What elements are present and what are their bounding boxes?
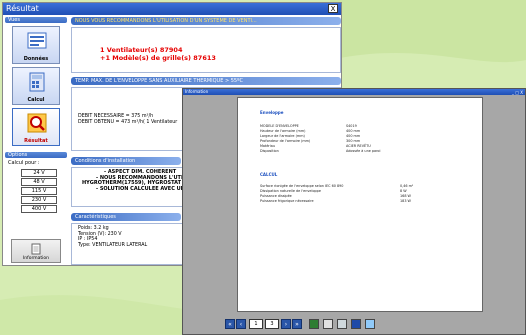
grille-line: +1 Modèle(s) de grille(s) 87613 [100,54,216,62]
resultat-button[interactable]: Résultat [12,108,60,146]
voltage-option-400[interactable]: 400 V [21,205,57,213]
row-value: ACIER REVÊTU [346,144,371,148]
print-icon[interactable] [337,319,347,329]
characteristics-header: Caractéristiques [71,213,181,221]
page-current[interactable]: 1 [249,319,263,329]
row-label: Hauteur de l'armoire (mm) [260,129,306,133]
row-label: MODELE D'ENVELOPPE [260,124,299,128]
save-icon[interactable] [351,319,361,329]
left-sidebar: Vues Données Calcul Résultat Options Cal… [5,17,67,265]
voltage-option-48[interactable]: 48 V [21,178,57,186]
document-icon [31,243,41,255]
row-value: Adossée à une paroi [346,149,381,153]
row-value: 8 W [400,189,407,193]
last-page-button[interactable]: » [292,319,302,329]
information-button[interactable]: Information [11,239,61,263]
calcul-pour-label: Calcul pour : [8,160,40,166]
section-calcul-title: CALCUL [260,172,278,177]
row-label: Profondeur de l'armoire (mm) [260,139,311,143]
prev-page-button[interactable]: ‹ [236,319,246,329]
calcul-label: Calcul [27,97,45,103]
row-value: 400 mm [346,129,361,133]
window-controls[interactable]: _ □ X [512,90,523,96]
donnees-button[interactable]: Données [12,26,60,64]
ventilator-line: 1 Ventilateur(s) 87904 [100,46,183,54]
row-label: Disposition [260,149,279,153]
page-total: 3 [265,319,279,329]
information-label: Information [22,256,50,261]
excel-icon[interactable] [309,319,319,329]
settings-icon[interactable] [365,319,375,329]
section-enveloppe-title: Enveloppe [260,110,284,115]
row-label: Dissipation naturelle de l'enveloppe [260,189,321,193]
views-group-label: Vues [5,17,67,23]
voltage-option-115[interactable]: 115 V [21,187,57,195]
row-value: 300 mm [346,139,361,143]
document-page: Enveloppe MODELE D'ENVELOPPE S4019 Haute… [237,97,483,312]
voltage-option-24[interactable]: 24 V [21,169,57,177]
result-titlebar: Résultat X [3,3,341,15]
row-label: Surface rionigée de l'enveloppe selon IE… [260,184,344,188]
row-label: Puissance dissipée [260,194,292,198]
row-label: Matériau [260,144,275,148]
row-label: Largeur de l'armoire (mm) [260,134,305,138]
row-value: 168 W [400,194,411,198]
window-title: Résultat [6,4,39,13]
row-value: S4019 [346,124,357,128]
document-navbar: « ‹ 1 3 › » [183,314,525,334]
conditions-header: Conditions d'installation [71,157,181,165]
calcul-button[interactable]: Calcul [12,67,60,105]
row-value: 0,46 m² [400,184,414,188]
magnifier-icon [27,113,47,133]
first-page-button[interactable]: « [225,319,235,329]
information-window: Information _ □ X Enveloppe MODELE D'ENV… [182,88,526,335]
next-page-button[interactable]: › [281,319,291,329]
voltage-option-230[interactable]: 230 V [21,196,57,204]
resultat-label: Résultat [24,138,48,144]
recommendation-panel: 1 Ventilateur(s) 87904 +1 Modèle(s) de g… [71,27,341,73]
temp-header: TEMP. MAX. DE L'ENVELOPPE SANS AUXILIAIR… [71,77,341,85]
calculator-icon [29,72,45,92]
recommendation-banner: NOUS VOUS RECOMMANDONS L'UTILISATION D'U… [71,17,341,25]
row-value: 400 mm [346,134,361,138]
information-titlebar: Information _ □ X [183,89,525,95]
donnees-label: Données [23,56,49,62]
form-icon [27,32,47,49]
row-label: Puissance frigorique nécessaire [260,199,314,203]
copy-icon[interactable] [323,319,333,329]
row-value: 183 W [400,199,411,203]
information-title: Information [185,89,209,94]
close-button[interactable]: X [328,4,338,13]
